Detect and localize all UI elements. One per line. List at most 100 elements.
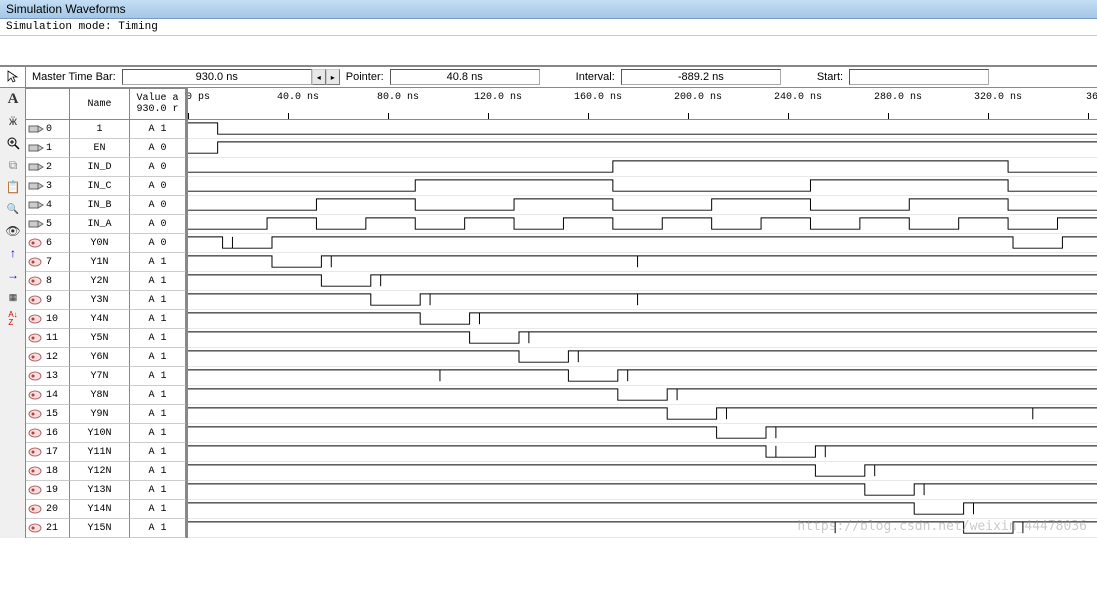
signal-name-cell[interactable]: IN_D [70, 158, 130, 177]
signal-name-cell[interactable]: IN_A [70, 215, 130, 234]
binoculars-icon[interactable]: 👁 [1, 221, 25, 241]
signal-name-cell[interactable]: Y7N [70, 367, 130, 386]
signal-index-cell[interactable]: 1 [26, 139, 70, 158]
signal-name-cell[interactable]: IN_B [70, 196, 130, 215]
signal-name-cell[interactable]: Y11N [70, 443, 130, 462]
master-time-bar-value[interactable]: 930.0 ns [122, 69, 312, 85]
waveform-rows[interactable] [188, 120, 1097, 538]
signal-index-cell[interactable]: 14 [26, 386, 70, 405]
signal-index-cell[interactable]: 19 [26, 481, 70, 500]
waveform-row[interactable] [188, 139, 1097, 158]
signal-value-cell[interactable]: A 1 [130, 272, 186, 291]
paste-tool-icon[interactable]: 📋 [1, 177, 25, 197]
signal-value-cell[interactable]: A 1 [130, 481, 186, 500]
signal-index-cell[interactable]: 17 [26, 443, 70, 462]
signal-index-cell[interactable]: 12 [26, 348, 70, 367]
signal-value-cell[interactable]: A 0 [130, 215, 186, 234]
signal-value-cell[interactable]: A 1 [130, 291, 186, 310]
signal-value-cell[interactable]: A 1 [130, 329, 186, 348]
waveform-row[interactable] [188, 443, 1097, 462]
waveform-row[interactable] [188, 158, 1097, 177]
signal-index-cell[interactable]: 10 [26, 310, 70, 329]
grid-tool-icon[interactable]: ▦ [1, 287, 25, 307]
signal-index-cell[interactable]: 20 [26, 500, 70, 519]
signal-index-cell[interactable]: 4 [26, 196, 70, 215]
signal-index-cell[interactable]: 3 [26, 177, 70, 196]
text-tool-icon[interactable]: A [1, 89, 25, 109]
waveform-row[interactable] [188, 291, 1097, 310]
signal-name-cell[interactable]: Y15N [70, 519, 130, 538]
signal-index-cell[interactable]: 6 [26, 234, 70, 253]
waveform-row[interactable] [188, 253, 1097, 272]
signal-value-cell[interactable]: A 1 [130, 253, 186, 272]
start-value[interactable] [849, 69, 989, 85]
waveform-row[interactable] [188, 329, 1097, 348]
signal-name-cell[interactable]: Y3N [70, 291, 130, 310]
signal-value-cell[interactable]: A 1 [130, 348, 186, 367]
signal-index-cell[interactable]: 7 [26, 253, 70, 272]
waveform-row[interactable] [188, 215, 1097, 234]
signal-value-cell[interactable]: A 1 [130, 310, 186, 329]
signal-value-cell[interactable]: A 1 [130, 462, 186, 481]
waveform-row[interactable] [188, 386, 1097, 405]
signal-name-cell[interactable]: 1 [70, 120, 130, 139]
signal-value-cell[interactable]: A 1 [130, 367, 186, 386]
signal-name-cell[interactable]: Y5N [70, 329, 130, 348]
waveform-row[interactable] [188, 500, 1097, 519]
signal-name-cell[interactable]: Y1N [70, 253, 130, 272]
signal-index-cell[interactable]: 18 [26, 462, 70, 481]
signal-index-cell[interactable]: 21 [26, 519, 70, 538]
signal-value-cell[interactable]: A 1 [130, 424, 186, 443]
signal-index-cell[interactable]: 5 [26, 215, 70, 234]
signal-index-cell[interactable]: 0 [26, 120, 70, 139]
waveform-row[interactable] [188, 367, 1097, 386]
waveform-row[interactable] [188, 120, 1097, 139]
right-arrow-icon[interactable]: → [1, 265, 25, 285]
signal-value-cell[interactable]: A 0 [130, 234, 186, 253]
signal-value-cell[interactable]: A 1 [130, 120, 186, 139]
signal-name-cell[interactable]: Y14N [70, 500, 130, 519]
pointer-tool-icon[interactable] [1, 67, 25, 87]
waveform-row[interactable] [188, 272, 1097, 291]
zoom-tool-icon[interactable] [1, 133, 25, 153]
signal-value-cell[interactable]: A 1 [130, 405, 186, 424]
signal-name-cell[interactable]: Y9N [70, 405, 130, 424]
waveform-row[interactable] [188, 424, 1097, 443]
signal-value-cell[interactable]: A 0 [130, 196, 186, 215]
signal-value-cell[interactable]: A 0 [130, 158, 186, 177]
waveform-row[interactable] [188, 348, 1097, 367]
find-tool-icon[interactable]: 🔍 [1, 199, 25, 219]
signal-value-cell[interactable]: A 1 [130, 519, 186, 538]
waveform-row[interactable] [188, 234, 1097, 253]
signal-index-cell[interactable]: 8 [26, 272, 70, 291]
signal-name-cell[interactable]: Y2N [70, 272, 130, 291]
signal-name-cell[interactable]: Y6N [70, 348, 130, 367]
xh-tool-icon[interactable]: ӝ [1, 111, 25, 131]
signal-name-cell[interactable]: Y13N [70, 481, 130, 500]
signal-name-cell[interactable]: Y4N [70, 310, 130, 329]
waveform-row[interactable] [188, 196, 1097, 215]
sort-az-icon[interactable]: A↓Z [1, 309, 25, 329]
signal-value-cell[interactable]: A 0 [130, 139, 186, 158]
waveform-row[interactable] [188, 462, 1097, 481]
waveform-row[interactable] [188, 310, 1097, 329]
signal-index-cell[interactable]: 16 [26, 424, 70, 443]
signal-index-cell[interactable]: 15 [26, 405, 70, 424]
signal-value-cell[interactable]: A 0 [130, 177, 186, 196]
up-arrow-icon[interactable]: ↑ [1, 243, 25, 263]
signal-index-cell[interactable]: 9 [26, 291, 70, 310]
signal-index-cell[interactable]: 11 [26, 329, 70, 348]
signal-name-cell[interactable]: EN [70, 139, 130, 158]
signal-name-cell[interactable]: Y8N [70, 386, 130, 405]
time-bar-left-icon[interactable]: ◂ [312, 69, 326, 85]
signal-index-cell[interactable]: 2 [26, 158, 70, 177]
signal-name-cell[interactable]: IN_C [70, 177, 130, 196]
signal-name-cell[interactable]: Y12N [70, 462, 130, 481]
signal-index-cell[interactable]: 13 [26, 367, 70, 386]
signal-value-cell[interactable]: A 1 [130, 443, 186, 462]
waveform-row[interactable] [188, 481, 1097, 500]
waveform-area[interactable]: 0 ps40.0 ns80.0 ns120.0 ns160.0 ns200.0 … [187, 88, 1097, 538]
waveform-row[interactable] [188, 405, 1097, 424]
waveform-row[interactable] [188, 177, 1097, 196]
time-ruler[interactable]: 0 ps40.0 ns80.0 ns120.0 ns160.0 ns200.0 … [188, 88, 1097, 120]
